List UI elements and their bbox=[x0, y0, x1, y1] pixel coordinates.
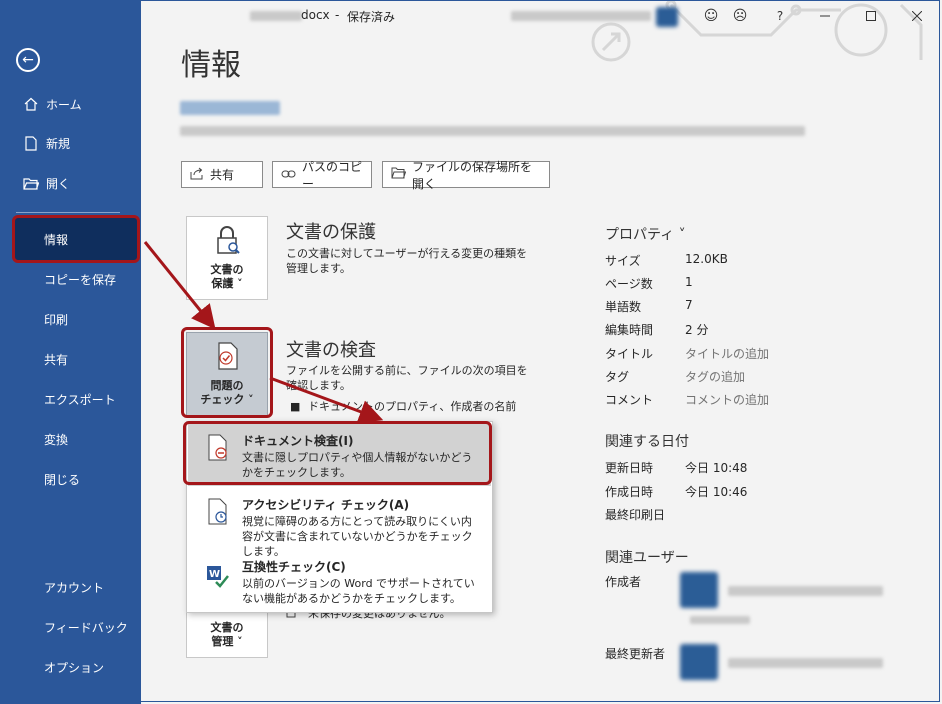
window-frame bbox=[0, 0, 940, 702]
